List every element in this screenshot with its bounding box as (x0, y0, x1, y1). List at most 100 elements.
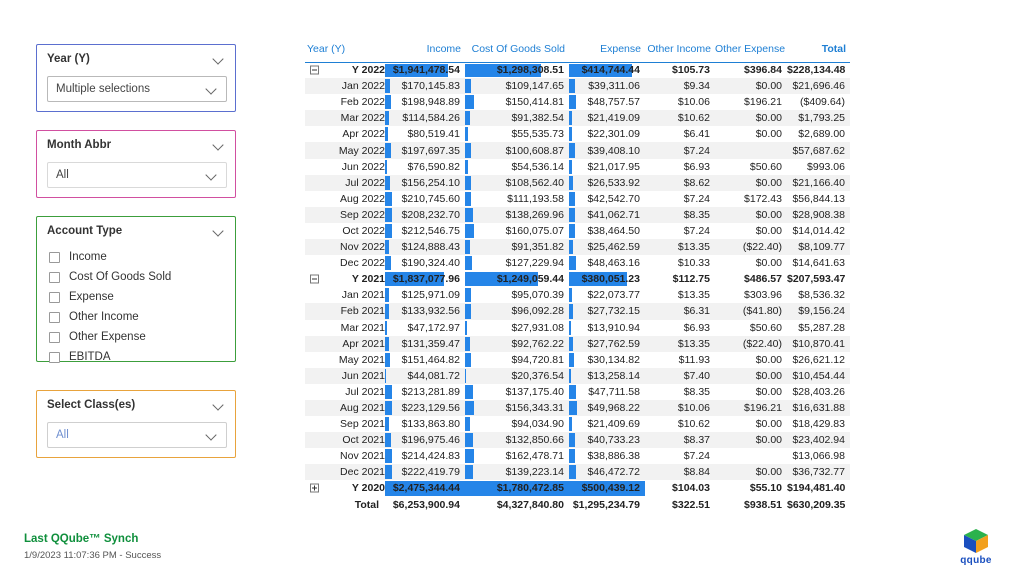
cell-2: $39,311.06 (569, 78, 645, 95)
table-row[interactable]: Jul 2021 $213,281.89 $137,175.40 $47,711.58… (305, 384, 850, 400)
column-header-expense[interactable]: Expense (569, 40, 645, 63)
slicer-month[interactable]: Month Abbr All (36, 130, 236, 198)
cell-2: $27,732.15 (569, 303, 645, 320)
cell-5: $21,696.46 (787, 78, 850, 95)
chevron-down-icon[interactable] (213, 139, 225, 151)
cell-3: $6.41 (683, 128, 710, 141)
table-row[interactable]: Aug 2021 $223,129.56 $156,343.31 $49,968.22… (305, 399, 850, 417)
cell-3: $11.93 (678, 353, 710, 366)
account-type-option-other-expense[interactable]: Other Expense (49, 327, 225, 347)
table-row[interactable]: Oct 2021 $196,975.46 $132,850.66 $40,733.23… (305, 432, 850, 449)
table-row[interactable]: Jan 2021 $125,971.09 $95,070.39 $22,073.77 $… (305, 287, 850, 303)
table-row[interactable]: Y 2022 $1,941,478.54 $1,298,308.51 $414,744… (305, 62, 850, 78)
account-type-option-income[interactable]: Income (49, 247, 225, 267)
last-synch-title: Last QQube™ Synch (24, 533, 139, 545)
cell-4: $50.60 (749, 160, 782, 173)
chevron-down-icon[interactable] (206, 169, 218, 181)
account-type-option-other-income[interactable]: Other Income (49, 307, 225, 327)
cell-5: $14,014.42 (792, 224, 845, 237)
table-row[interactable]: Oct 2022 $212,546.75 $160,075.07 $38,464.50… (305, 223, 850, 239)
chevron-down-icon[interactable] (213, 53, 225, 65)
column-header-year[interactable]: Year (Y) (305, 40, 385, 63)
cell-3: $7.24 (683, 450, 710, 463)
checkbox-icon[interactable] (49, 351, 60, 363)
account-type-option-ebitda[interactable]: EBITDA (49, 347, 225, 367)
table-row[interactable]: Nov 2021 $214,424.83 $162,478.71 $38,886.38… (305, 448, 850, 464)
column-header-other-income[interactable]: Other Income (645, 40, 715, 63)
cell-2: $41,062.71 (569, 206, 645, 223)
account-type-option-cogs[interactable]: Cost Of Goods Sold (49, 267, 225, 287)
table-row[interactable]: Dec 2021 $222,419.79 $139,223.14 $46,472.72… (305, 464, 850, 481)
table-row[interactable]: Mar 2022 $114,584.26 $91,382.54 $21,419.09 $… (305, 110, 850, 127)
collapse-icon[interactable] (310, 65, 319, 75)
table-row[interactable]: Jun 2021 $44,081.72 $20,376.54 $13,258.14 $7… (305, 367, 850, 384)
table-row[interactable]: Sep 2022 $208,232.70 $138,269.96 $41,062.71… (305, 206, 850, 223)
checkbox-icon[interactable] (49, 251, 60, 263)
row-label: Mar 2021 (340, 321, 385, 334)
cell-2: $21,017.95 (569, 159, 645, 175)
table-row[interactable]: Sep 2021 $133,863.80 $94,034.90 $21,409.69 $… (305, 416, 850, 432)
table-row[interactable]: May 2021 $151,464.82 $94,720.81 $30,134.82 $… (305, 352, 850, 368)
table-row[interactable]: Jul 2022 $156,254.10 $108,562.40 $26,533.92… (305, 174, 850, 191)
table-row[interactable]: Nov 2022 $124,888.43 $91,351.82 $25,462.59 $… (305, 239, 850, 256)
checkbox-icon[interactable] (49, 311, 60, 323)
slicer-classes-header: Select Class(es) (37, 391, 235, 419)
cell-5: $57,687.62 (787, 142, 850, 159)
cell-2: $27,762.59 (569, 335, 645, 352)
table-row[interactable]: May 2022 $197,697.35 $100,608.87 $39,408.10… (305, 142, 850, 159)
expand-icon[interactable] (310, 483, 319, 493)
column-header-cogs[interactable]: Cost Of Goods Sold (465, 40, 569, 63)
table-row[interactable]: Total $6,253,900.94 $4,327,840.80 $1,295,23… (305, 497, 850, 513)
table-row[interactable]: Jun 2022 $76,590.82 $54,536.14 $21,017.95 $6… (305, 159, 850, 175)
table-row[interactable]: Apr 2021 $131,359.47 $92,762.22 $27,762.59 $… (305, 335, 850, 352)
checkbox-icon[interactable] (49, 271, 60, 283)
table-row[interactable]: Apr 2022 $80,519.41 $55,535.73 $22,301.09 $6… (305, 126, 850, 142)
slicer-account-type[interactable]: Account Type Income Cost Of Goods Sold E… (36, 216, 236, 363)
account-type-option-expense[interactable]: Expense (49, 287, 225, 307)
cell-1: $108,562.40 (465, 174, 569, 191)
row-label: Total (354, 498, 379, 511)
table-row[interactable]: Y 2020 $2,475,344.44 $1,780,472.85 $500,439… (305, 480, 850, 496)
cell-4: $0.00 (715, 367, 787, 384)
chevron-down-icon[interactable] (213, 225, 225, 237)
chevron-down-icon[interactable] (213, 399, 225, 411)
slicer-month-dropdown[interactable]: All (47, 162, 227, 188)
financial-matrix[interactable]: Year (Y) Income Cost Of Goods Sold Expen… (305, 40, 850, 513)
slicer-year[interactable]: Year (Y) Multiple selections (36, 44, 236, 112)
table-row[interactable]: Dec 2022 $190,324.40 $127,229.94 $48,463.16… (305, 255, 850, 271)
table-row[interactable]: Feb 2022 $198,948.89 $150,414.81 $48,757.57… (305, 94, 850, 110)
cell-4: $486.57 (744, 273, 782, 286)
cell-3: $13.35 (645, 239, 715, 256)
cell-1: $1,249,059.44 (465, 271, 569, 287)
slicer-classes[interactable]: Select Class(es) All (36, 390, 236, 458)
table-row[interactable]: Aug 2022 $210,745.60 $111,193.58 $42,542.70… (305, 191, 850, 207)
slicer-month-title: Month Abbr (47, 139, 112, 151)
column-header-other-expense[interactable]: Other Expense (715, 40, 787, 63)
column-header-total[interactable]: Total (787, 40, 850, 63)
slicer-year-dropdown[interactable]: Multiple selections (47, 76, 227, 102)
cell-4: $196.21 (715, 399, 787, 417)
cell-4: ($22.40) (715, 335, 787, 352)
column-header-income[interactable]: Income (385, 40, 465, 63)
chevron-down-icon[interactable] (206, 429, 218, 441)
table-row[interactable]: Y 2021 $1,837,077.96 $1,249,059.44 $380,051… (305, 271, 850, 287)
cell-5: $2,689.00 (798, 128, 845, 141)
table-row[interactable]: Mar 2021 $47,172.97 $27,931.08 $13,910.94 $6… (305, 320, 850, 336)
slicer-year-header: Year (Y) (37, 45, 235, 73)
cell-5: $207,593.47 (787, 273, 846, 286)
table-row[interactable]: Jan 2022 $170,145.83 $109,147.65 $39,311.06… (305, 78, 850, 95)
row-label: Jul 2021 (345, 385, 385, 398)
slicer-classes-dropdown[interactable]: All (47, 422, 227, 448)
checkbox-icon[interactable] (49, 291, 60, 303)
collapse-icon[interactable] (310, 274, 319, 284)
cell-5: $5,287.28 (798, 321, 845, 334)
cell-3: $6.93 (683, 321, 710, 334)
cell-4: ($22.40) (715, 239, 787, 256)
table-row[interactable]: Feb 2021 $133,932.56 $96,092.28 $27,732.15 $… (305, 303, 850, 320)
cell-5: $36,732.77 (787, 464, 850, 481)
chevron-down-icon[interactable] (206, 83, 218, 95)
cell-1: $132,850.66 (465, 432, 569, 449)
cell-3: $105.73 (672, 64, 710, 77)
cell-4: $172.43 (744, 192, 782, 205)
checkbox-icon[interactable] (49, 331, 60, 343)
